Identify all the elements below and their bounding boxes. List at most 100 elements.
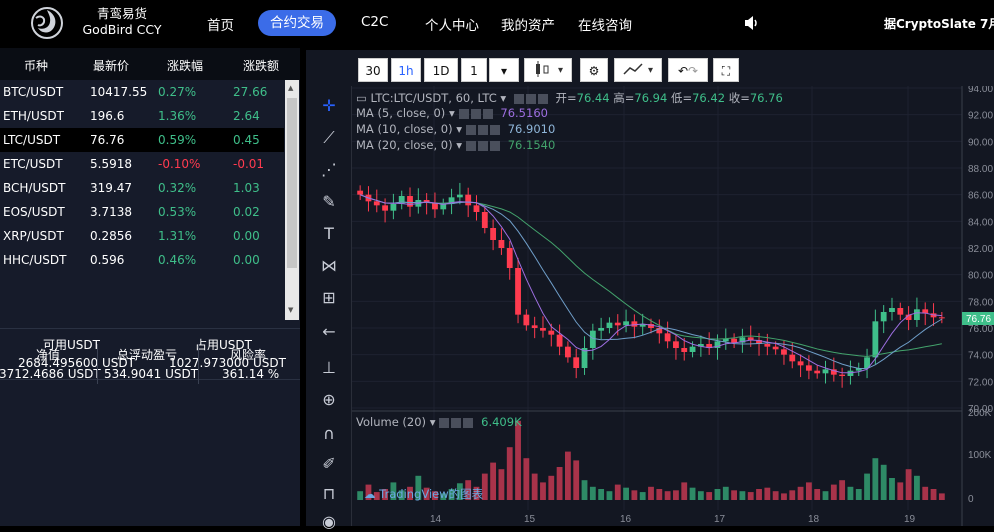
market-row[interactable]: EOS/USDT 3.7138 0.53% 0.02 [0,200,284,224]
brand[interactable]: 青鸾易货 GodBird CCY [80,6,164,38]
legend-controls[interactable] [458,108,493,119]
logo-icon[interactable] [30,6,64,40]
settings-button[interactable]: ⚙ [580,58,608,82]
volume-bar [905,469,912,500]
legend-controls[interactable] [466,140,501,151]
volume-bar [697,491,704,500]
nav-user-center[interactable]: 个人中心 [425,14,479,34]
candle [357,190,364,195]
pattern-icon[interactable]: ⋈ [319,256,339,276]
crosshair-icon[interactable]: ✛ [319,96,339,116]
volume-bar [714,489,721,500]
ma5-legend[interactable]: MA (5, close, 0) ▾ 76.5160 [356,106,548,120]
undo-redo-button[interactable]: ↶↷ [668,58,708,82]
candle [623,321,629,326]
candle [407,196,413,207]
market-row[interactable]: ETH/USDT 196.6 1.36% 2.64 [0,104,284,128]
nav-my-assets[interactable]: 我的资产 [501,14,555,34]
price-tick-label: 86.00 [968,191,993,202]
interval-1h-button[interactable]: 1h [391,58,421,82]
pct-change: 0.53% [158,205,197,219]
ma10-legend[interactable]: MA (10, close, 0) ▾ 76.9010 [356,122,555,136]
zoom-icon[interactable]: ⊕ [319,390,339,410]
interval-dropdown[interactable]: ▾ [489,58,519,82]
nav-online-support[interactable]: 在线咨询 [578,14,632,34]
pair-name: BCH/USDT [3,181,66,195]
volume-bar [731,490,738,500]
market-scrollbar[interactable]: ▲ ▼ [285,80,299,320]
chevron-down-icon: ▾ [500,64,508,78]
price-chart[interactable]: 94.00 92.00 90.00 88.00 86.00 84.00 82.00 80.00… [352,86,994,526]
volume-bar [573,460,580,500]
candle [556,334,563,347]
magnet-icon[interactable]: ∩ [319,424,339,444]
nav-contract-trading[interactable]: 合约交易 [258,10,336,36]
legend-controls[interactable] [513,93,548,104]
eye-icon[interactable]: ◉ [319,512,339,532]
volume-bar [781,493,787,500]
chart-type-button[interactable]: ▾ [524,58,572,82]
brush-icon[interactable]: ✎ [319,192,339,212]
lock-icon[interactable]: ⊓ [319,484,339,504]
brand-name-cn: 青鸾易货 [96,6,147,21]
volume-value: 6.409K [481,415,522,429]
symbol-legend[interactable]: ▭ LTC:LTC/USDT, 60, LTC ▾ 开=76.44 高=76.9… [356,90,783,106]
news-ticker[interactable]: 据CryptoSlate 7月26 [884,15,994,32]
time-tick-label: 15 [524,514,536,525]
fullscreen-icon: ⛶ [721,64,731,78]
trading-chart[interactable]: 30 1h 1D 1 ▾ ▾ ⚙ ▾ ↶↷ ⛶ ✛ ⟋ ⋰ ✎ T ⋈ ⊞ ← [306,50,994,531]
nav-c2c[interactable]: C2C [361,14,388,30]
volume-bar [914,475,920,500]
scroll-down-icon[interactable]: ▼ [288,306,293,314]
candle [822,369,829,374]
scroll-up-icon[interactable]: ▲ [288,84,293,92]
candle [664,333,671,342]
nav-home[interactable]: 首页 [207,14,234,34]
candle [880,312,887,322]
measure-icon[interactable]: ⊞ [319,288,339,308]
market-row[interactable]: BTC/USDT 10417.55 0.27% 27.66 [0,80,284,104]
net-label: 净值 [36,348,61,362]
market-row[interactable]: XRP/USDT 0.2856 1.31% 0.00 [0,224,284,248]
interval-count-button[interactable]: 1 [461,58,487,82]
fullscreen-button[interactable]: ⛶ [713,58,739,82]
text-icon[interactable]: T [319,224,339,244]
ma20-legend[interactable]: MA (20, close, 0) ▾ 76.1540 [356,138,555,152]
trendline-icon[interactable]: ⟋ [319,128,339,148]
ruler-icon[interactable]: ⊥ [319,358,339,378]
price: 319.47 [90,181,132,195]
abs-change: 0.45 [233,133,260,147]
interval-30-button[interactable]: 30 [358,58,388,82]
market-row[interactable]: HHC/USDT 0.596 0.46% 0.00 [0,248,284,272]
legend-controls[interactable] [439,417,474,428]
candle [382,205,388,211]
market-row[interactable]: ETC/USDT 5.5918 -0.10% -0.01 [0,152,284,176]
pct-change: 0.59% [158,133,197,147]
pct-change: 0.27% [158,85,197,99]
tradingview-watermark[interactable]: ☁ TradingView的图表 [364,486,483,502]
candle [390,204,397,211]
volume-legend[interactable]: Volume (20) ▾ 6.409K [356,415,522,429]
market-table-header: 币种 最新价 涨跌幅 涨跌额 [0,48,300,80]
lock-drawing-icon[interactable]: ✐ [319,454,339,474]
volume-bar [681,482,688,500]
ma20-label: MA (20, close, 0) [356,138,453,152]
legend-controls[interactable] [466,124,501,135]
divider [198,344,199,384]
indicators-button[interactable]: ▾ [614,58,662,82]
candle [523,314,530,326]
market-row[interactable]: BCH/USDT 319.47 0.32% 1.03 [0,176,284,200]
volume-bar [830,484,837,500]
market-row[interactable]: LTC/USDT 76.76 0.59% 0.45 [0,128,284,152]
fib-icon[interactable]: ⋰ [319,160,339,180]
back-arrow-icon[interactable]: ← [319,322,339,342]
pair-name: HHC/USDT [3,253,67,267]
interval-1d-button[interactable]: 1D [424,58,458,82]
chevron-down-icon: ▾ [500,91,507,105]
time-tick-label: 19 [904,514,916,525]
speaker-icon[interactable] [744,15,758,31]
ma10-label: MA (10, close, 0) [356,122,453,136]
candle [614,322,621,326]
price-tick-label: 80.00 [968,271,993,282]
scroll-thumb[interactable] [287,98,297,268]
